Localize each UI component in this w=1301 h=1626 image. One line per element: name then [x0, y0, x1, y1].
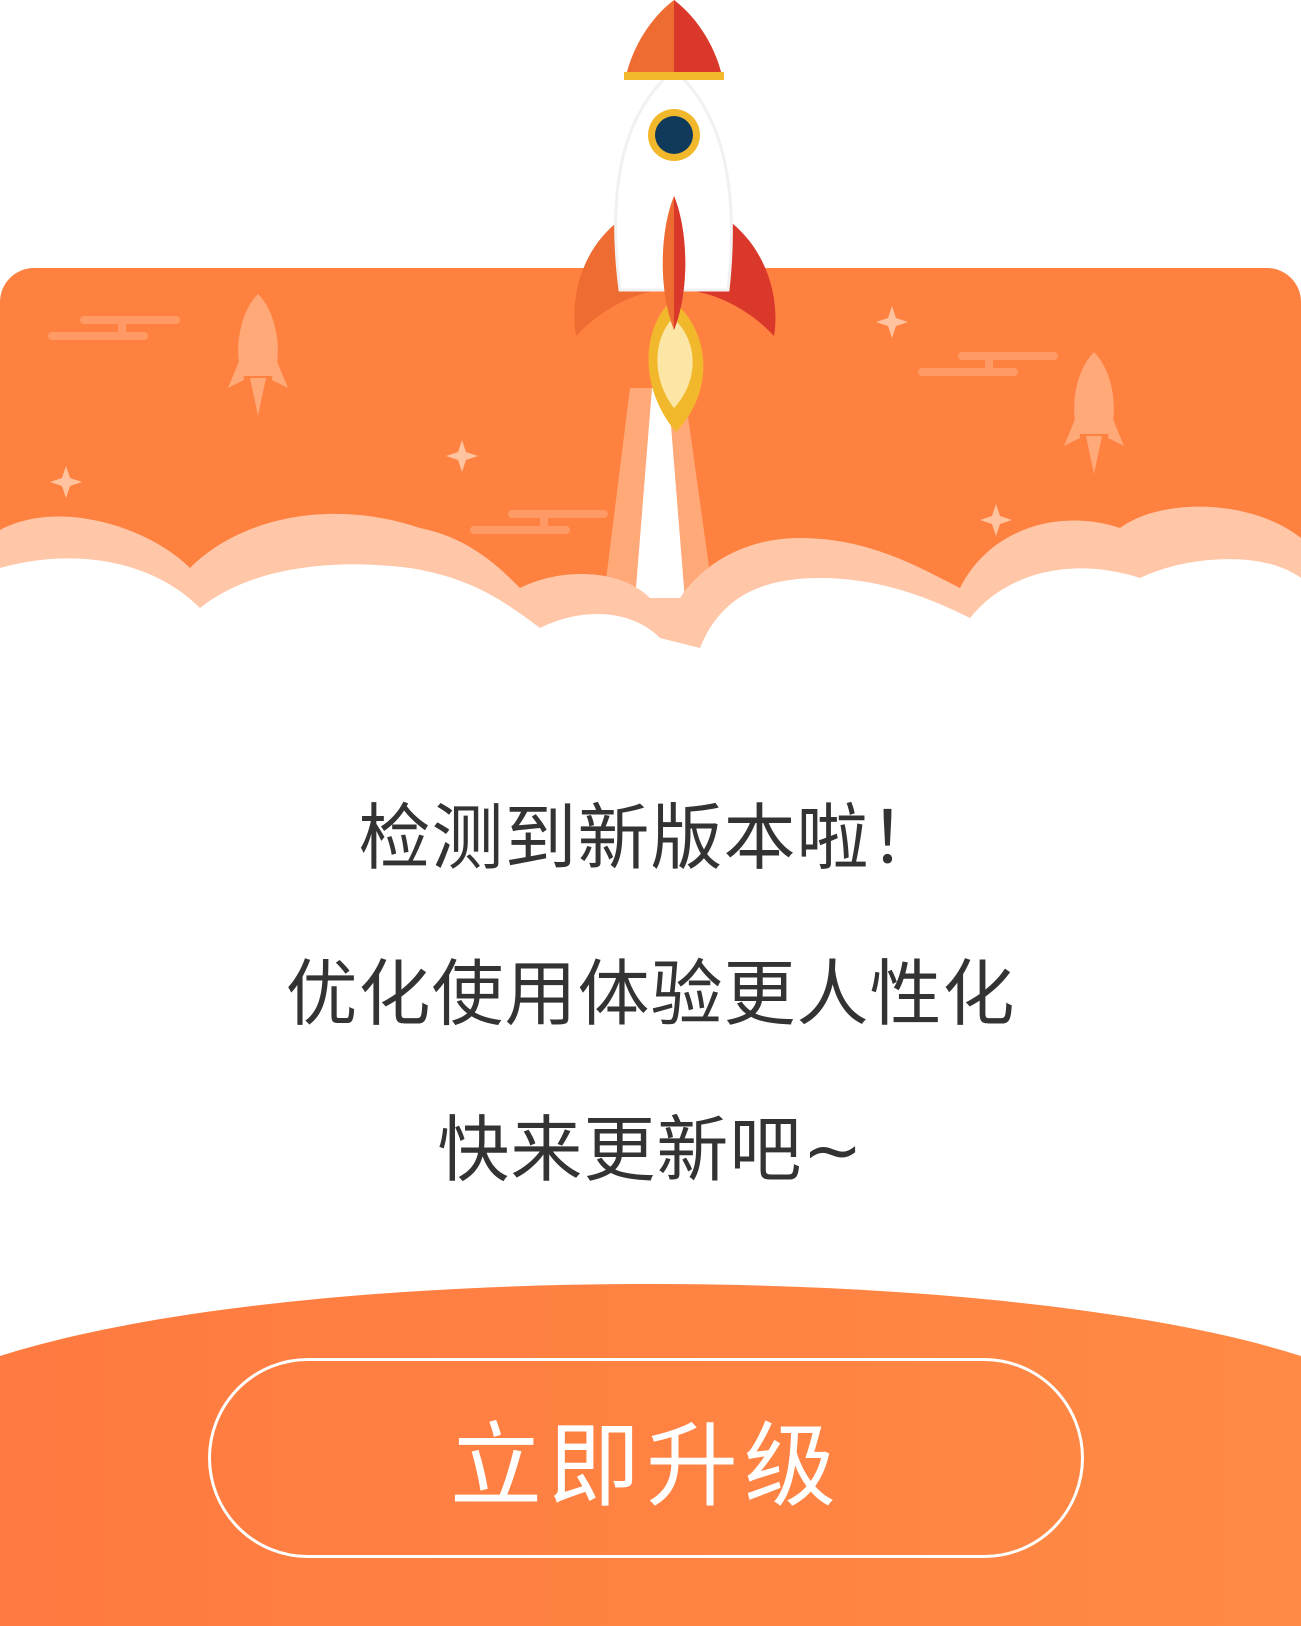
update-dialog: 检测到新版本啦！ 优化使用体验更人性化 快来更新吧~ 立即升级 — [0, 0, 1301, 1626]
call-to-action: 快来更新吧~ — [437, 1108, 864, 1192]
rocket-icon — [574, 0, 776, 432]
upgrade-button-label: 立即升级 — [449, 1412, 842, 1520]
headline: 检测到新版本啦！ — [358, 796, 943, 880]
update-message: 检测到新版本啦！ 优化使用体验更人性化 快来更新吧~ — [0, 760, 1301, 1228]
subtitle: 优化使用体验更人性化 — [285, 952, 1016, 1036]
upgrade-now-button[interactable]: 立即升级 — [208, 1358, 1084, 1558]
